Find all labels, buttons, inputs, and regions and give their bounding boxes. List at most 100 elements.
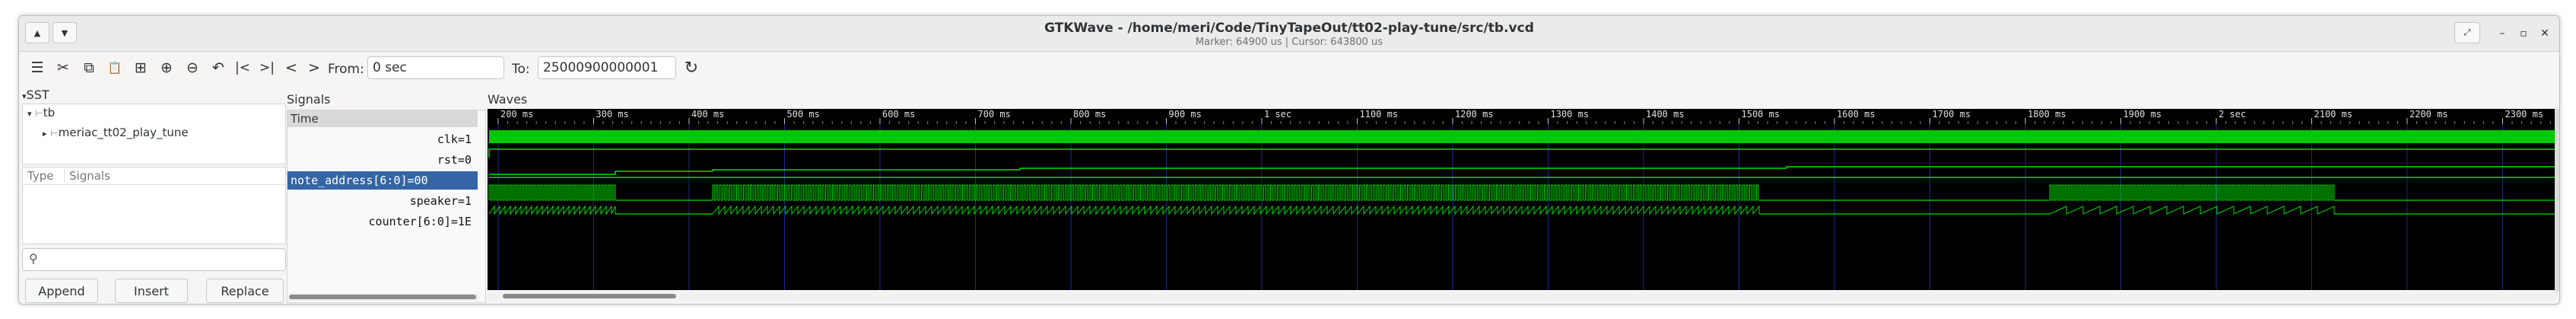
zoom-in-button[interactable]: ⊕: [157, 59, 176, 77]
ruler-tick-label: 1400 ms: [1646, 109, 1685, 120]
cut-button[interactable]: ✂: [54, 59, 72, 77]
window-subtitle: Marker: 64900 us | Cursor: 643800 us: [1195, 37, 1383, 48]
signal-row-counter[interactable]: counter[6:0]=1E: [287, 212, 478, 231]
sst-label: ▾SST: [22, 88, 49, 102]
ruler-tick-label: 300 ms: [596, 109, 629, 120]
menu-button[interactable]: ☰: [28, 59, 46, 77]
waves-vscrollbar[interactable]: [2555, 109, 2559, 292]
speaker-burst: [712, 184, 1759, 201]
ruler-tick-label: 2200 ms: [2409, 109, 2448, 120]
waveform-canvas[interactable]: 200 ms 300 ms 400 ms 500 ms 600 ms 700 ms 800 …: [488, 109, 2558, 290]
counter-sawtooth: [488, 205, 616, 215]
from-time-input[interactable]: 0 sec: [367, 56, 504, 79]
ruler-tick-label: 500 ms: [787, 109, 820, 120]
ruler-tick-label: 1800 ms: [2028, 109, 2066, 120]
tree-item-tb[interactable]: ▾ ⊢tb: [27, 106, 55, 120]
to-label: To:: [512, 62, 530, 77]
ruler-tick-label: 1100 ms: [1360, 109, 1399, 120]
note-address-trace: [489, 166, 2555, 178]
signals-hscroll-thumb[interactable]: [289, 295, 476, 299]
zoom-out-icon: ⊖: [186, 59, 199, 76]
zoom-fit-icon: ⊞: [135, 59, 147, 76]
speaker-burst: [2049, 184, 2335, 201]
zoom-fit-button[interactable]: ⊞: [132, 59, 150, 77]
menu-icon: ☰: [30, 59, 44, 76]
counter-sawtooth: [712, 205, 1760, 215]
copy-button[interactable]: ⧉: [80, 59, 98, 77]
zoom-to-end-button[interactable]: >|: [258, 59, 276, 77]
zoom-to-start-button[interactable]: |<: [233, 59, 252, 77]
reload-button[interactable]: ↻: [682, 58, 700, 78]
insert-button[interactable]: Insert: [115, 279, 188, 303]
ruler-tick-label: 900 ms: [1169, 109, 1202, 120]
undo-icon: ↶: [212, 59, 224, 76]
undo-zoom-button[interactable]: ↶: [209, 59, 227, 77]
window-title: GTKWave - /home/meri/Code/TinyTapeOut/tt…: [1044, 21, 1534, 36]
speaker-trace: [488, 184, 2555, 201]
paste-button[interactable]: 📋: [106, 59, 124, 77]
minimize-button[interactable]: –: [2491, 24, 2514, 43]
maximize-button[interactable]: ▫: [2512, 24, 2535, 43]
zoom-in-icon: ⊕: [160, 59, 173, 76]
module-icon: ⊢: [50, 128, 59, 139]
ruler-tick-label: 1200 ms: [1455, 109, 1494, 120]
signal-row-note-address[interactable]: note_address[6:0]=00: [287, 171, 478, 190]
minimize-icon: –: [2499, 27, 2505, 40]
expander-down-icon[interactable]: ▾: [27, 109, 32, 119]
counter-sawtooth: [2049, 206, 2335, 215]
rst-trace: [488, 148, 2555, 158]
fullscreen-button[interactable]: ⤢: [2454, 22, 2480, 43]
ruler-tick-label: 700 ms: [978, 109, 1011, 120]
signals-label: Signals: [287, 92, 331, 107]
close-button[interactable]: ✕: [2533, 24, 2556, 43]
ruler-tick-label: 2 sec: [2219, 109, 2246, 120]
append-button[interactable]: Append: [25, 279, 98, 303]
ruler-tick-label: 1700 ms: [1933, 109, 1971, 120]
signal-row-rst[interactable]: rst=0: [287, 151, 478, 169]
replace-button[interactable]: Replace: [206, 279, 284, 303]
waves-hscrollbar[interactable]: [488, 292, 2558, 301]
tree-item-module[interactable]: ▸ ⊢meriac_tt02_play_tune: [43, 126, 189, 139]
ruler-tick-label: 2100 ms: [2314, 109, 2353, 120]
signals-column-header[interactable]: Signals: [64, 169, 110, 183]
reload-icon: ↻: [684, 58, 699, 78]
note-address-bus: [489, 166, 2555, 175]
waves-hscroll-thumb[interactable]: [503, 294, 676, 298]
find-previous-edge-button[interactable]: <: [282, 59, 300, 77]
find-next-edge-button[interactable]: >: [305, 59, 323, 77]
ruler-tick-label: 200 ms: [500, 109, 533, 120]
signals-hscrollbar[interactable]: [289, 293, 479, 301]
waves-label: Waves: [488, 92, 528, 107]
type-signals-panel: Type Signals: [22, 167, 286, 244]
first-icon: |<: [235, 60, 250, 75]
maximize-icon: ▫: [2520, 27, 2527, 40]
signal-row-speaker[interactable]: speaker=1: [287, 192, 478, 210]
time-ruler: 200 ms 300 ms 400 ms 500 ms 600 ms 700 ms 800 …: [488, 109, 2558, 124]
ruler-tick-label: 1300 ms: [1551, 109, 1590, 120]
gtkwave-window: ▲ ▼ GTKWave - /home/meri/Code/TinyTapeOu…: [18, 15, 2560, 305]
ruler-tick-label: 2300 ms: [2505, 109, 2544, 120]
signal-row-clk[interactable]: clk=1: [287, 130, 478, 148]
cut-icon: ✂: [57, 59, 69, 76]
expand-icon: ⤢: [2463, 27, 2471, 37]
ruler-tick-label: 1500 ms: [1742, 109, 1780, 120]
copy-icon: ⧉: [84, 59, 94, 76]
type-column-header[interactable]: Type: [27, 169, 53, 183]
next-icon: >: [308, 59, 320, 76]
search-icon: ⚲: [29, 251, 38, 266]
speaker-burst: [488, 184, 616, 201]
to-time-input[interactable]: 25000900000001: [538, 56, 676, 79]
ruler-tick-label: 800 ms: [1073, 109, 1106, 120]
clk-trace: [489, 130, 2555, 143]
zoom-out-button[interactable]: ⊖: [183, 59, 202, 77]
expander-right-icon[interactable]: ▸: [43, 129, 47, 139]
close-icon: ✕: [2540, 27, 2549, 40]
paste-icon: 📋: [107, 61, 122, 75]
type-signals-header: Type Signals: [23, 167, 285, 185]
ruler-tick-label: 600 ms: [882, 109, 915, 120]
signal-traces: [488, 130, 2555, 215]
from-label: From:: [328, 62, 364, 77]
waveform-area[interactable]: 200 ms 300 ms 400 ms 500 ms 600 ms 700 ms 800 …: [488, 109, 2558, 290]
signal-filter-input[interactable]: ⚲: [22, 248, 286, 271]
sst-tree: ▾ ⊢tb ▸ ⊢meriac_tt02_play_tune: [22, 104, 286, 164]
